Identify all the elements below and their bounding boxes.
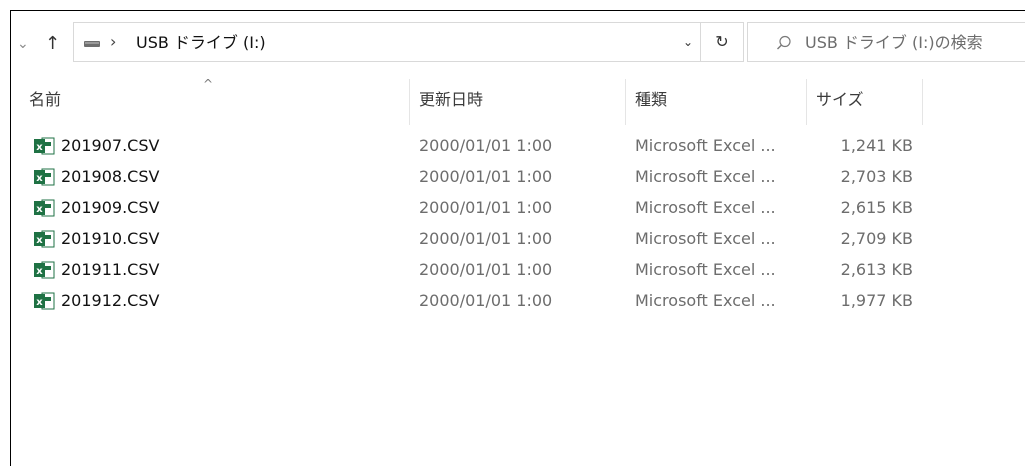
file-row[interactable]: x 201911.CSV 2000/01/01 1:00 Microsoft E… xyxy=(11,257,1025,288)
file-size: 2,615 KB xyxy=(840,198,913,217)
search-icon xyxy=(777,35,791,50)
file-type: Microsoft Excel ... xyxy=(635,260,776,279)
recent-locations-chevron-icon[interactable]: ⌄ xyxy=(17,33,29,55)
file-size: 2,709 KB xyxy=(840,229,913,248)
file-row[interactable]: x 201908.CSV 2000/01/01 1:00 Microsoft E… xyxy=(11,164,1025,195)
svg-text:x: x xyxy=(36,173,43,184)
usb-drive-icon xyxy=(84,41,100,47)
column-divider[interactable] xyxy=(409,79,410,125)
file-name: 201907.CSV xyxy=(61,136,160,155)
excel-csv-file-icon: x xyxy=(34,168,55,186)
file-modified: 2000/01/01 1:00 xyxy=(419,167,553,186)
excel-csv-file-icon: x xyxy=(34,230,55,248)
search-placeholder[interactable]: USB ドライブ (I:)の検索 xyxy=(805,33,983,53)
column-header-size[interactable]: サイズ xyxy=(816,87,864,113)
excel-csv-file-icon: x xyxy=(34,199,55,217)
svg-text:x: x xyxy=(36,266,43,277)
file-modified: 2000/01/01 1:00 xyxy=(419,136,553,155)
file-name: 201912.CSV xyxy=(61,291,160,310)
file-size: 2,613 KB xyxy=(840,260,913,279)
column-header: ^ 名前 更新日時 種類 サイズ xyxy=(11,73,1025,125)
file-type: Microsoft Excel ... xyxy=(635,291,776,310)
file-row[interactable]: x 201909.CSV 2000/01/01 1:00 Microsoft E… xyxy=(11,195,1025,226)
file-modified: 2000/01/01 1:00 xyxy=(419,198,553,217)
file-size: 2,703 KB xyxy=(840,167,913,186)
file-list: x 201907.CSV 2000/01/01 1:00 Microsoft E… xyxy=(11,133,1025,319)
address-bar[interactable]: › USB ドライブ (I:) ⌄ ↻ xyxy=(73,22,744,62)
address-dropdown-icon[interactable]: ⌄ xyxy=(683,35,693,49)
breadcrumb-separator[interactable]: › xyxy=(110,32,116,52)
column-divider[interactable] xyxy=(922,79,923,125)
search-box[interactable]: USB ドライブ (I:)の検索 xyxy=(747,22,1025,62)
file-row[interactable]: x 201910.CSV 2000/01/01 1:00 Microsoft E… xyxy=(11,226,1025,257)
file-modified: 2000/01/01 1:00 xyxy=(419,229,553,248)
refresh-button[interactable]: ↻ xyxy=(700,23,743,61)
column-header-type[interactable]: 種類 xyxy=(635,87,667,113)
column-divider[interactable] xyxy=(806,79,807,125)
breadcrumb-path[interactable]: USB ドライブ (I:) xyxy=(136,33,266,53)
excel-csv-file-icon: x xyxy=(34,261,55,279)
file-row[interactable]: x 201907.CSV 2000/01/01 1:00 Microsoft E… xyxy=(11,133,1025,164)
file-row[interactable]: x 201912.CSV 2000/01/01 1:00 Microsoft E… xyxy=(11,288,1025,319)
svg-text:x: x xyxy=(36,142,43,153)
svg-text:x: x xyxy=(36,297,43,308)
toolbar: ⌄ ↑ › USB ドライブ (I:) ⌄ ↻ USB ドライブ (I:)の検索 xyxy=(11,11,1025,73)
up-arrow-icon[interactable]: ↑ xyxy=(45,33,60,55)
file-type: Microsoft Excel ... xyxy=(635,229,776,248)
explorer-window: ⌄ ↑ › USB ドライブ (I:) ⌄ ↻ USB ドライブ (I:)の検索… xyxy=(10,10,1025,466)
sort-indicator-icon: ^ xyxy=(203,77,214,91)
column-header-name[interactable]: 名前 xyxy=(29,87,61,113)
file-size: 1,977 KB xyxy=(840,291,913,310)
excel-csv-file-icon: x xyxy=(34,137,55,155)
file-type: Microsoft Excel ... xyxy=(635,198,776,217)
file-name: 201910.CSV xyxy=(61,229,160,248)
svg-text:x: x xyxy=(36,204,43,215)
file-modified: 2000/01/01 1:00 xyxy=(419,291,553,310)
file-type: Microsoft Excel ... xyxy=(635,167,776,186)
file-modified: 2000/01/01 1:00 xyxy=(419,260,553,279)
column-divider[interactable] xyxy=(625,79,626,125)
column-header-modified[interactable]: 更新日時 xyxy=(419,87,483,113)
file-name: 201908.CSV xyxy=(61,167,160,186)
file-size: 1,241 KB xyxy=(840,136,913,155)
file-name: 201911.CSV xyxy=(61,260,160,279)
file-type: Microsoft Excel ... xyxy=(635,136,776,155)
svg-text:x: x xyxy=(36,235,43,246)
file-name: 201909.CSV xyxy=(61,198,160,217)
excel-csv-file-icon: x xyxy=(34,292,55,310)
